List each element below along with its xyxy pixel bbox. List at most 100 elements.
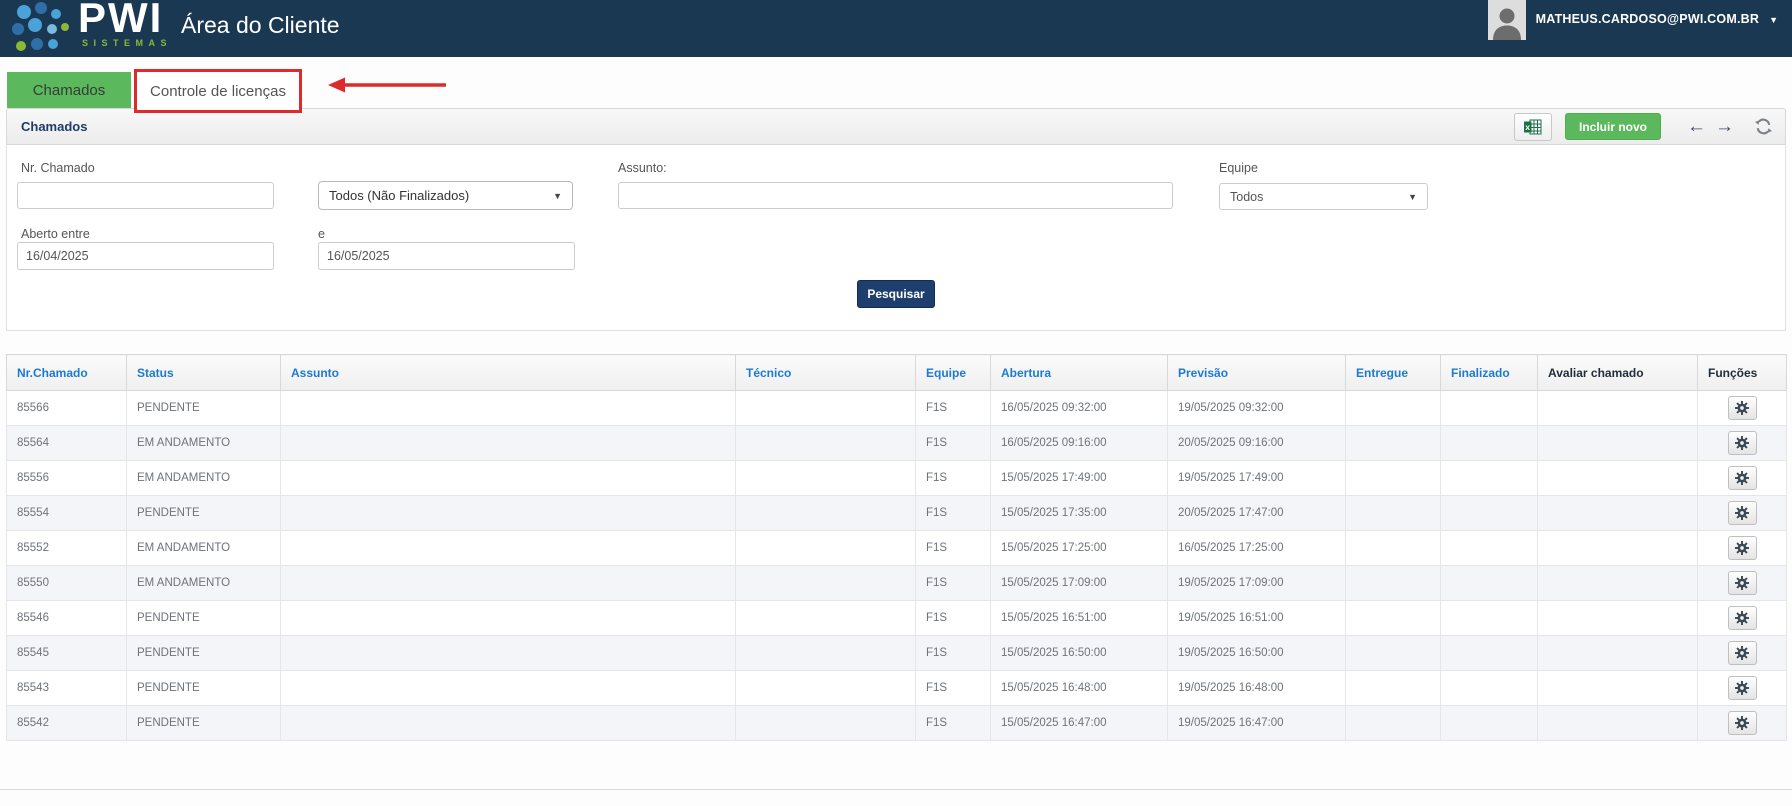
cell-nr-chamado: 85564 xyxy=(7,426,127,461)
chevron-down-icon: ▼ xyxy=(553,191,562,201)
col-nr-chamado[interactable]: Nr.Chamado xyxy=(7,355,127,391)
brand-name: PWI xyxy=(78,0,163,42)
arrow-right-icon[interactable]: → xyxy=(1715,117,1734,136)
cell-previsao: 19/05/2025 16:48:00 xyxy=(1168,671,1346,706)
col-previsao[interactable]: Previsão xyxy=(1168,355,1346,391)
cell-equipe: F1S xyxy=(916,671,991,706)
row-actions-button[interactable] xyxy=(1728,641,1757,665)
cell-abertura: 15/05/2025 17:35:00 xyxy=(991,496,1168,531)
col-finalizado[interactable]: Finalizado xyxy=(1441,355,1538,391)
row-actions-button[interactable] xyxy=(1728,606,1757,630)
table-row: 85546 PENDENTE F1S 15/05/2025 16:51:00 1… xyxy=(7,601,1787,636)
row-actions-button[interactable] xyxy=(1728,431,1757,455)
row-actions-button[interactable] xyxy=(1728,396,1757,420)
date-from-input[interactable] xyxy=(17,242,274,270)
gear-icon xyxy=(1735,646,1749,660)
user-menu[interactable]: MATHEUS.CARDOSO@PWI.COM.BR ▼ xyxy=(1488,0,1778,57)
cell-finalizado xyxy=(1441,426,1538,461)
row-actions-button[interactable] xyxy=(1728,536,1757,560)
cell-finalizado xyxy=(1441,636,1538,671)
e-label: e xyxy=(318,227,325,241)
cell-funcoes xyxy=(1698,706,1787,741)
cell-tecnico xyxy=(736,636,916,671)
table-row: 85543 PENDENTE F1S 15/05/2025 16:48:00 1… xyxy=(7,671,1787,706)
export-excel-button[interactable]: x xyxy=(1514,113,1552,141)
refresh-icon[interactable] xyxy=(1755,118,1772,135)
incluir-novo-button[interactable]: Incluir novo xyxy=(1565,113,1661,140)
cell-finalizado xyxy=(1441,496,1538,531)
cell-avaliar-chamado xyxy=(1538,706,1698,741)
cell-previsao: 19/05/2025 17:49:00 xyxy=(1168,461,1346,496)
date-to-input[interactable] xyxy=(318,242,575,270)
table-row: 85545 PENDENTE F1S 15/05/2025 16:50:00 1… xyxy=(7,636,1787,671)
cell-equipe: F1S xyxy=(916,566,991,601)
cell-status: PENDENTE xyxy=(127,706,281,741)
row-actions-button[interactable] xyxy=(1728,466,1757,490)
row-actions-button[interactable] xyxy=(1728,676,1757,700)
col-abertura[interactable]: Abertura xyxy=(991,355,1168,391)
cell-entregue xyxy=(1346,391,1441,426)
cell-finalizado xyxy=(1441,531,1538,566)
col-assunto[interactable]: Assunto xyxy=(281,355,736,391)
page-title: Área do Cliente xyxy=(181,12,340,39)
cell-avaliar-chamado xyxy=(1538,426,1698,461)
gear-icon xyxy=(1735,576,1749,590)
tab-controle-de-licencas[interactable]: Controle de licenças xyxy=(134,69,302,113)
cell-tecnico xyxy=(736,671,916,706)
tab-chamados[interactable]: Chamados xyxy=(7,72,131,108)
gear-icon xyxy=(1735,436,1749,450)
pesquisar-button[interactable]: Pesquisar xyxy=(857,280,935,308)
cell-previsao: 19/05/2025 09:32:00 xyxy=(1168,391,1346,426)
cell-funcoes xyxy=(1698,391,1787,426)
cell-previsao: 19/05/2025 16:50:00 xyxy=(1168,636,1346,671)
table-row: 85550 EM ANDAMENTO F1S 15/05/2025 17:09:… xyxy=(7,566,1787,601)
top-header: PWI SISTEMAS Área do Cliente MATHEUS.CAR… xyxy=(0,0,1792,57)
cell-equipe: F1S xyxy=(916,391,991,426)
col-status[interactable]: Status xyxy=(127,355,281,391)
cell-nr-chamado: 85552 xyxy=(7,531,127,566)
cell-assunto xyxy=(281,531,736,566)
table-row: 85552 EM ANDAMENTO F1S 15/05/2025 17:25:… xyxy=(7,531,1787,566)
arrow-left-icon[interactable]: ← xyxy=(1687,117,1706,136)
cell-avaliar-chamado xyxy=(1538,531,1698,566)
cell-avaliar-chamado xyxy=(1538,671,1698,706)
cell-nr-chamado: 85550 xyxy=(7,566,127,601)
cell-assunto xyxy=(281,496,736,531)
cell-finalizado xyxy=(1441,671,1538,706)
equipe-select-value: Todos xyxy=(1230,190,1263,204)
cell-avaliar-chamado xyxy=(1538,636,1698,671)
cell-assunto xyxy=(281,706,736,741)
row-actions-button[interactable] xyxy=(1728,711,1757,735)
gear-icon xyxy=(1735,401,1749,415)
cell-status: EM ANDAMENTO xyxy=(127,426,281,461)
cell-funcoes xyxy=(1698,426,1787,461)
cell-avaliar-chamado xyxy=(1538,391,1698,426)
cell-tecnico xyxy=(736,566,916,601)
row-actions-button[interactable] xyxy=(1728,501,1757,525)
nr-chamado-input[interactable] xyxy=(17,182,274,209)
gear-icon xyxy=(1735,716,1749,730)
col-tecnico[interactable]: Técnico xyxy=(736,355,916,391)
cell-nr-chamado: 85546 xyxy=(7,601,127,636)
equipe-select[interactable]: Todos ▼ xyxy=(1219,183,1428,210)
cell-previsao: 19/05/2025 16:51:00 xyxy=(1168,601,1346,636)
cell-status: PENDENTE xyxy=(127,671,281,706)
cell-entregue xyxy=(1346,426,1441,461)
cell-tecnico xyxy=(736,391,916,426)
assunto-label: Assunto: xyxy=(618,161,667,175)
col-entregue[interactable]: Entregue xyxy=(1346,355,1441,391)
cell-finalizado xyxy=(1441,461,1538,496)
cell-finalizado xyxy=(1441,601,1538,636)
cell-tecnico xyxy=(736,461,916,496)
chevron-down-icon: ▼ xyxy=(1408,192,1417,202)
col-equipe[interactable]: Equipe xyxy=(916,355,991,391)
row-actions-button[interactable] xyxy=(1728,571,1757,595)
assunto-input[interactable] xyxy=(618,182,1173,209)
cell-funcoes xyxy=(1698,636,1787,671)
cell-status: EM ANDAMENTO xyxy=(127,461,281,496)
cell-avaliar-chamado xyxy=(1538,601,1698,636)
cell-entregue xyxy=(1346,706,1441,741)
page: PWI SISTEMAS Área do Cliente MATHEUS.CAR… xyxy=(0,0,1792,806)
status-select[interactable]: Todos (Não Finalizados) ▼ xyxy=(318,181,573,210)
cell-nr-chamado: 85554 xyxy=(7,496,127,531)
